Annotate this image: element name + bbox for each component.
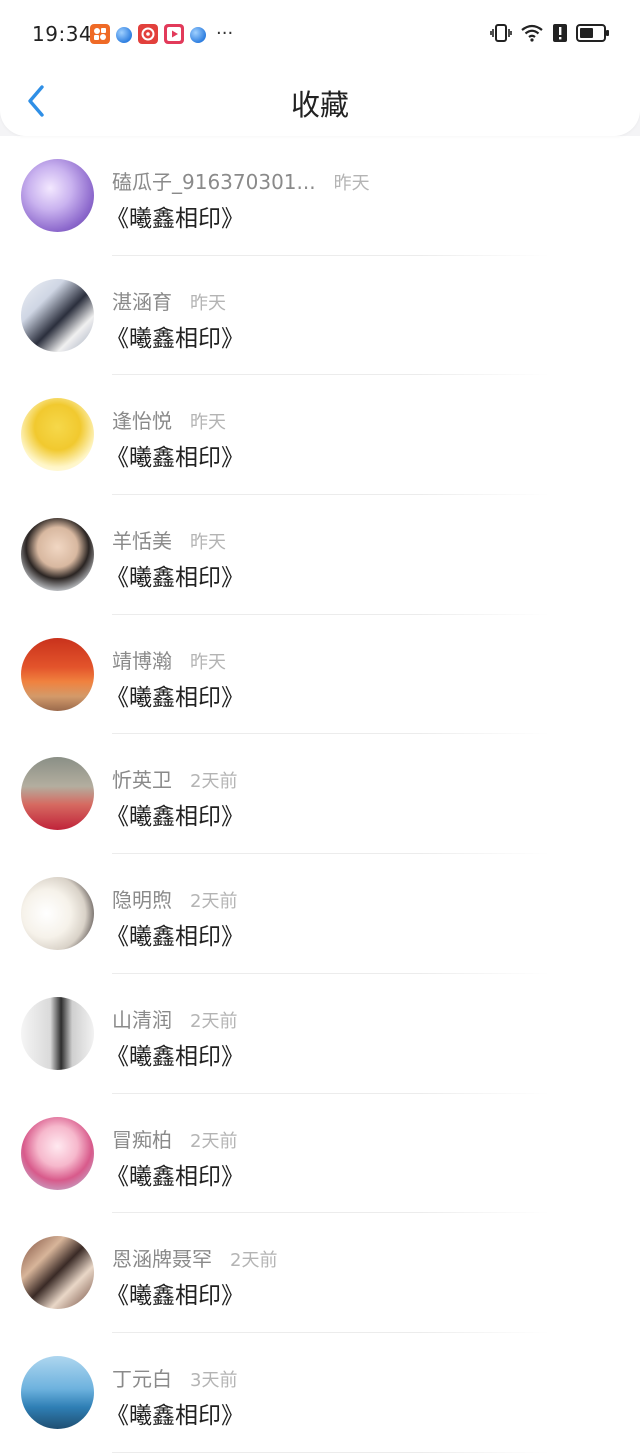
- avatar[interactable]: [21, 757, 94, 831]
- user-name-text: 山清润: [112, 1007, 172, 1032]
- battery-icon: [576, 24, 609, 42]
- timestamp: 2天前: [230, 1250, 278, 1272]
- favorite-title[interactable]: 《曦鑫相印》: [106, 1157, 244, 1191]
- timestamp: 昨天: [190, 532, 226, 554]
- favorite-title[interactable]: 《曦鑫相印》: [106, 917, 244, 951]
- user-name-text: 忻英卫: [112, 768, 172, 793]
- favorite-title[interactable]: 《曦鑫相印》: [106, 558, 244, 592]
- list-item[interactable]: 磕瓜子_916370301... 昨天《曦鑫相印》: [0, 136, 640, 256]
- favorite-title[interactable]: 《曦鑫相印》: [106, 1037, 244, 1071]
- favorite-title[interactable]: 《曦鑫相印》: [106, 1396, 244, 1430]
- user-name-text: 湛涵育: [112, 289, 172, 314]
- vibrate-icon: [490, 24, 512, 42]
- user-name: 靖博瀚 昨天: [112, 645, 226, 674]
- timestamp: 昨天: [190, 292, 226, 314]
- list-item[interactable]: 恩涵牌聂罕 2天前《曦鑫相印》: [0, 1213, 640, 1333]
- avatar[interactable]: [21, 996, 94, 1070]
- avatar[interactable]: [21, 159, 94, 232]
- app-header: 19:34 ··· 收藏: [0, 0, 640, 136]
- orange-app-icon: [90, 24, 110, 44]
- timestamp: 2天前: [190, 771, 238, 793]
- timestamp: 昨天: [333, 173, 370, 194]
- more-notifications-icon: ···: [216, 23, 234, 44]
- avatar[interactable]: [21, 278, 94, 352]
- favorite-title[interactable]: 《曦鑫相印》: [106, 319, 244, 353]
- favorite-title[interactable]: 《曦鑫相印》: [106, 438, 244, 472]
- timestamp: 2天前: [190, 1010, 238, 1032]
- user-name-text: 羊恬美: [112, 529, 172, 554]
- list-item[interactable]: 山清润 2天前《曦鑫相印》: [0, 973, 640, 1094]
- video-play-icon: [164, 24, 184, 44]
- avatar[interactable]: [21, 1116, 94, 1190]
- favorites-list: 磕瓜子_916370301... 昨天 《曦鑫相印》 湛涵育 昨天 《曦鑫相印》 逢怡悦 昨天…: [0, 136, 640, 1453]
- user-name-text: 隐明煦: [112, 888, 172, 913]
- alert-icon: [553, 24, 567, 42]
- user-name: 羊恬美 昨天: [112, 525, 226, 554]
- list-item[interactable]: 靖博瀚 昨天《曦鑫相印》: [0, 614, 640, 735]
- timestamp: 3天前: [190, 1369, 238, 1391]
- netease-music-icon: [138, 24, 158, 44]
- blue-ball-icon: [190, 27, 206, 43]
- favorite-title[interactable]: 《曦鑫相印》: [106, 797, 244, 831]
- avatar[interactable]: [21, 1236, 94, 1310]
- list-item[interactable]: 隐明煦 2天前《曦鑫相印》: [0, 854, 640, 974]
- user-name: 山清润 2天前: [112, 1004, 237, 1033]
- status-bar: 19:34 ···: [0, 0, 640, 70]
- favorite-title[interactable]: 《曦鑫相印》: [106, 199, 244, 233]
- favorite-title[interactable]: 《曦鑫相印》: [106, 1276, 244, 1310]
- list-item[interactable]: 冒痴柏 2天前《曦鑫相印》: [0, 1093, 640, 1214]
- list-item[interactable]: 湛涵育 昨天《曦鑫相印》: [0, 255, 640, 376]
- user-name: 湛涵育 昨天: [112, 286, 226, 315]
- user-name-text: 恩涵牌聂罕: [112, 1247, 212, 1272]
- user-name: 冒痴柏 2天前: [112, 1124, 237, 1153]
- avatar[interactable]: [21, 1355, 94, 1429]
- avatar[interactable]: [21, 877, 94, 951]
- user-name-text: 丁元白: [112, 1366, 172, 1391]
- avatar[interactable]: [21, 637, 94, 711]
- user-name-text: 逢怡悦: [112, 409, 172, 434]
- user-name-text: 冒痴柏: [112, 1127, 172, 1152]
- list-item[interactable]: 逢怡悦 昨天《曦鑫相印》: [0, 375, 640, 496]
- list-item[interactable]: 忻英卫 2天前《曦鑫相印》: [0, 734, 640, 855]
- user-name: 逢怡悦 昨天: [112, 405, 226, 434]
- user-name-text: 磕瓜子_916370301...: [112, 170, 316, 194]
- avatar[interactable]: [21, 398, 94, 472]
- timestamp: 昨天: [190, 412, 226, 434]
- list-item[interactable]: 羊恬美 昨天《曦鑫相印》: [0, 495, 640, 615]
- divider: [112, 1451, 550, 1453]
- page-title: 收藏: [290, 88, 349, 122]
- user-name-text: 靖博瀚: [112, 648, 172, 673]
- user-name: 忻英卫 2天前: [112, 764, 237, 793]
- timestamp: 昨天: [190, 651, 226, 673]
- user-name: 隐明煦 2天前: [112, 884, 237, 913]
- status-time: 19:34: [32, 22, 93, 46]
- system-icons: [490, 22, 610, 44]
- favorite-title[interactable]: 《曦鑫相印》: [106, 678, 244, 712]
- user-name: 恩涵牌聂罕 2天前: [112, 1243, 277, 1272]
- wifi-icon: [521, 24, 543, 42]
- blue-ball-icon: [116, 27, 132, 43]
- list-item[interactable]: 丁元白 3天前《曦鑫相印》: [0, 1332, 640, 1453]
- notification-icons: ···: [90, 24, 233, 44]
- timestamp: 2天前: [190, 1130, 238, 1152]
- timestamp: 2天前: [190, 891, 238, 913]
- user-name: 磕瓜子_916370301... 昨天: [112, 166, 370, 195]
- avatar[interactable]: [21, 518, 94, 592]
- user-name: 丁元白 3天前: [112, 1363, 237, 1392]
